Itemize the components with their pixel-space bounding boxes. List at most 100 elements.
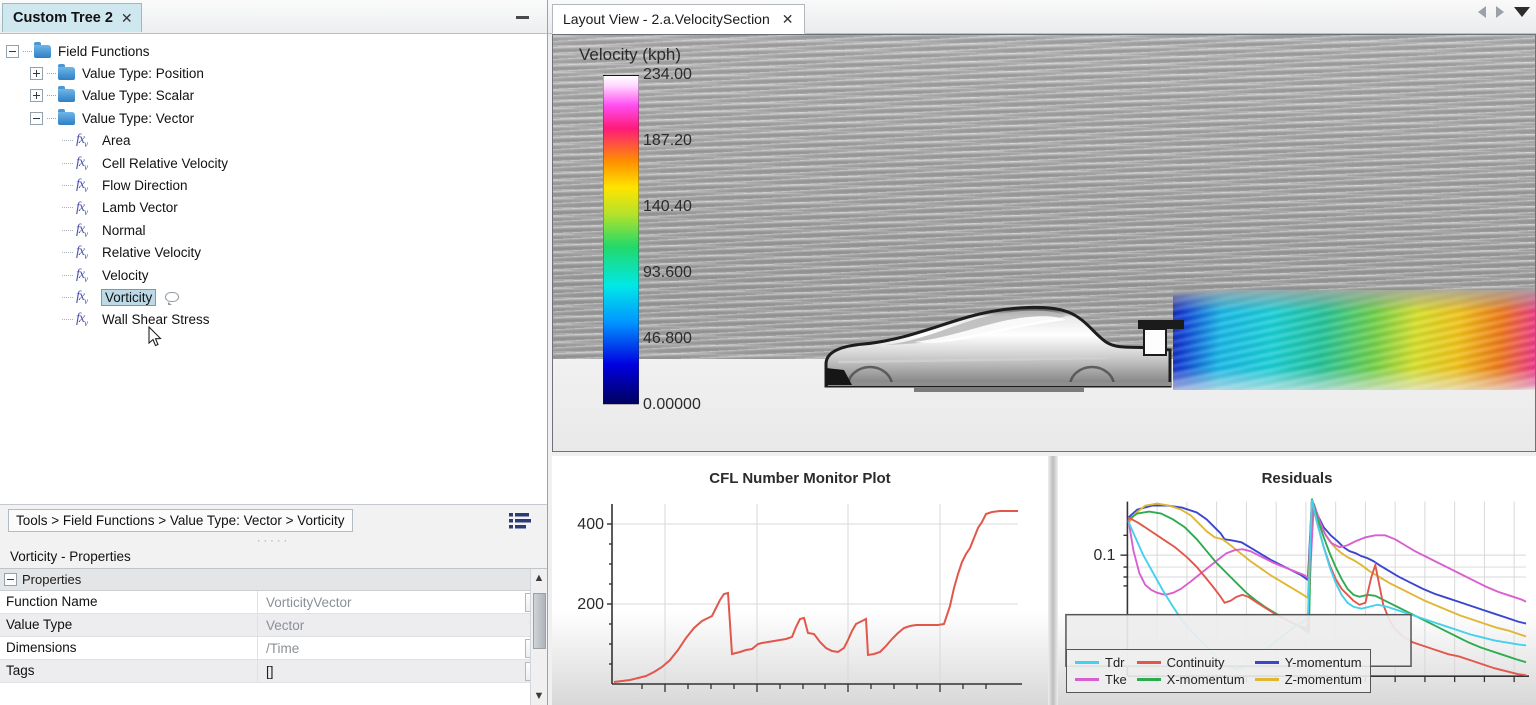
legend-label: Continuity — [1166, 655, 1225, 670]
view-tab-label: Layout View - 2.a.VelocitySection — [563, 11, 770, 27]
scalar-bar-title: Velocity (kph) — [579, 45, 682, 64]
view-tabbar: Layout View - 2.a.VelocitySection ✕ — [548, 0, 1536, 34]
tree-item-wall-shear-stress[interactable]: fxv Wall Shear Stress — [0, 309, 547, 331]
scroll-down-icon[interactable]: ▼ — [531, 687, 547, 705]
tree-item-label-selected: Vorticity — [101, 288, 157, 306]
tree-connector — [62, 229, 73, 231]
tree-item-lamb-vector[interactable]: fxv Lamb Vector — [0, 197, 547, 219]
tree-node-field-functions[interactable]: Field Functions — [0, 40, 547, 62]
legend-label: Tke — [1105, 672, 1127, 687]
legend-item-tke[interactable]: Tke — [1075, 672, 1127, 687]
folder-icon — [34, 41, 51, 58]
car-geometry — [824, 305, 1184, 392]
vector-function-icon: fxv — [76, 177, 88, 194]
tree-node-value-type-scalar[interactable]: Value Type: Scalar — [0, 85, 547, 107]
velocity-section-scene[interactable]: Velocity (kph) 234.00 187.20 140.40 93.6… — [552, 34, 1536, 452]
tree-item-velocity[interactable]: fxv Velocity — [0, 264, 547, 286]
tree-item-flow-direction[interactable]: fxv Flow Direction — [0, 174, 547, 196]
chevron-collapse-icon[interactable] — [4, 573, 17, 586]
tree-item-label: Flow Direction — [102, 178, 188, 194]
chevron-collapse-icon[interactable] — [30, 111, 43, 125]
tree-item-label: Relative Velocity — [102, 245, 202, 261]
vector-function-icon: fxv — [76, 266, 88, 284]
properties-header-label: Vorticity - Properties — [10, 549, 131, 564]
property-value[interactable]: VorticityVector — [258, 595, 525, 610]
tree-item-cell-relative-velocity[interactable]: fxv Cell Relative Velocity — [0, 152, 547, 174]
chevron-expand-icon[interactable] — [30, 67, 43, 81]
tree-node-label: Value Type: Vector — [82, 110, 195, 126]
properties-list-icon[interactable] — [509, 512, 531, 530]
property-key: Dimensions — [0, 637, 258, 659]
tree-item-area[interactable]: fxv Area — [0, 130, 547, 152]
scalar-tick-label: 234.00 — [643, 66, 692, 83]
legend-item-y-momentum[interactable]: Y-momentum — [1254, 655, 1362, 670]
chevron-right-icon[interactable] — [1496, 6, 1504, 18]
field-functions-tree[interactable]: Field Functions Value Type: Position Val… — [0, 34, 547, 504]
property-row-dimensions[interactable]: Dimensions /Time ... — [0, 637, 547, 660]
tab-custom-tree-2[interactable]: Custom Tree 2 ✕ — [2, 3, 142, 32]
scrollbar-thumb[interactable] — [533, 593, 546, 649]
tree-node-value-type-position[interactable]: Value Type: Position — [0, 62, 547, 84]
close-icon[interactable]: ✕ — [121, 11, 133, 25]
tree-connector — [62, 274, 73, 276]
left-panel-tabbar: Custom Tree 2 ✕ — [0, 0, 547, 34]
property-value[interactable]: Vector — [258, 618, 525, 633]
scalar-bar[interactable]: Velocity (kph) 234.00 187.20 140.40 93.6… — [579, 45, 753, 413]
tree-item-label: Velocity — [102, 267, 149, 283]
tree-item-normal[interactable]: fxv Normal — [0, 219, 547, 241]
property-value[interactable]: [] — [258, 664, 525, 679]
tree-connector — [47, 95, 56, 97]
tree-connector — [62, 162, 73, 164]
cfl-number-monitor-plot[interactable]: CFL Number Monitor Plot 400 200 — [552, 456, 1048, 705]
chevron-expand-icon[interactable] — [30, 89, 43, 103]
scalar-tick-label: 0.00000 — [643, 396, 701, 413]
minimize-button[interactable] — [505, 4, 539, 30]
property-value[interactable]: /Time — [258, 641, 525, 656]
properties-group-row[interactable]: Properties — [0, 569, 547, 591]
properties-table[interactable]: Properties Function Name VorticityVector… — [0, 569, 547, 705]
breadcrumb[interactable]: Tools > Field Functions > Value Type: Ve… — [8, 509, 353, 532]
legend-item-x-momentum[interactable]: X-momentum — [1136, 672, 1245, 687]
main-workspace: Layout View - 2.a.VelocitySection ✕ Velo… — [548, 0, 1536, 705]
property-key: Value Type — [0, 614, 258, 636]
folder-icon — [58, 64, 75, 81]
legend-item-tdr[interactable]: Tdr — [1075, 655, 1127, 670]
residuals-plot[interactable]: Residuals 0.1 Tdr Continuity Y-momentum … — [1058, 456, 1536, 705]
tree-item-relative-velocity[interactable]: fxv Relative Velocity — [0, 242, 547, 264]
tab-layout-view[interactable]: Layout View - 2.a.VelocitySection ✕ — [552, 4, 805, 34]
cfl-plot-canvas: 400 200 — [577, 504, 1022, 692]
chevron-left-icon[interactable] — [1478, 6, 1486, 18]
scalar-tick-label: 187.20 — [643, 132, 692, 149]
tree-connector — [47, 117, 56, 119]
legend-label: Tdr — [1105, 655, 1125, 670]
folder-icon — [58, 86, 75, 103]
property-row-tags[interactable]: Tags [] ... — [0, 660, 547, 683]
panel-splitter-handle[interactable]: ····· — [0, 535, 547, 547]
chevron-down-icon[interactable] — [1514, 7, 1530, 17]
legend-swatch — [1254, 678, 1279, 681]
properties-scrollbar[interactable]: ▲ ▼ — [530, 569, 547, 705]
scroll-up-icon[interactable]: ▲ — [531, 569, 547, 587]
vector-function-icon: fxv — [76, 199, 88, 217]
velocity-wake-region — [1173, 290, 1535, 390]
property-row-function-name[interactable]: Function Name VorticityVector ... — [0, 591, 547, 614]
property-row-value-type[interactable]: Value Type Vector — [0, 614, 547, 637]
legend-swatch — [1136, 661, 1161, 664]
legend-swatch — [1254, 661, 1279, 664]
tree-node-label: Value Type: Position — [82, 66, 204, 82]
close-icon[interactable]: ✕ — [782, 12, 794, 26]
tree-item-vorticity[interactable]: fxv Vorticity — [0, 286, 547, 308]
property-key: Tags — [0, 660, 258, 682]
chevron-collapse-icon[interactable] — [6, 44, 19, 58]
legend-item-continuity[interactable]: Continuity — [1136, 655, 1245, 670]
vector-function-icon: fxv — [76, 154, 88, 172]
tree-item-label: Area — [102, 133, 131, 149]
legend-label: Y-momentum — [1284, 655, 1362, 670]
tree-node-value-type-vector[interactable]: Value Type: Vector — [0, 107, 547, 129]
tree-item-label: Normal — [102, 222, 146, 238]
residuals-legend-box[interactable]: Tdr Continuity Y-momentum Tke X-momentum… — [1066, 649, 1371, 693]
tree-node-label: Value Type: Scalar — [82, 88, 195, 104]
svg-text:200: 200 — [577, 596, 604, 613]
legend-item-z-momentum[interactable]: Z-momentum — [1254, 672, 1362, 687]
plots-splitter[interactable] — [1048, 456, 1058, 705]
